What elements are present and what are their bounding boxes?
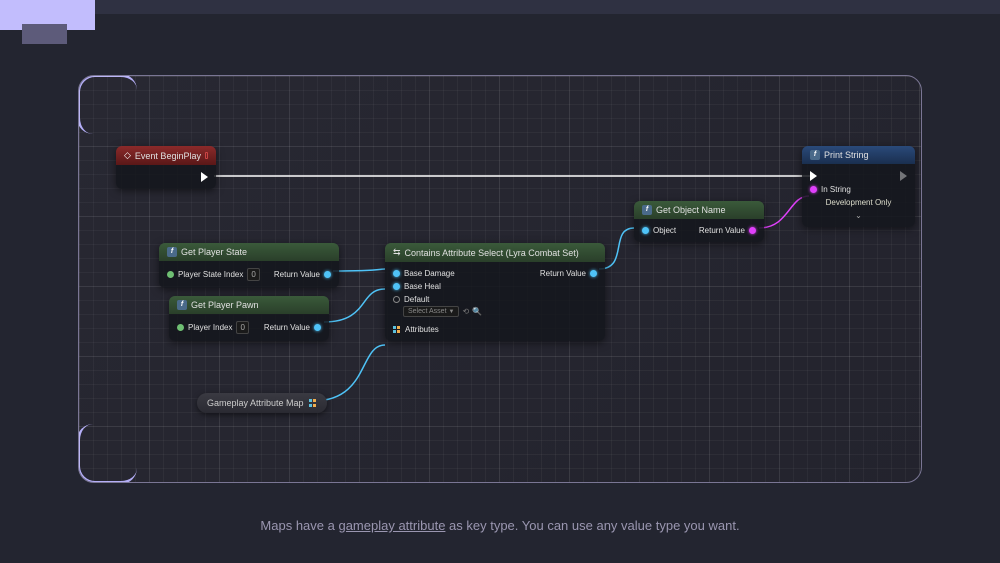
node-body: Player Index 0 Return Value	[169, 314, 329, 341]
node-header: f Get Object Name	[634, 201, 764, 219]
return-label: Return Value	[274, 270, 320, 279]
pin-label: Base Damage	[404, 269, 455, 278]
caption-link[interactable]: gameplay attribute	[338, 518, 445, 533]
node-header: ⇆ Contains Attribute Select (Lyra Combat…	[385, 243, 605, 262]
input-pin-in-string[interactable]	[810, 186, 817, 193]
node-get-player-pawn[interactable]: f Get Player Pawn Player Index 0 Return …	[169, 296, 329, 341]
output-pin[interactable]	[324, 271, 331, 278]
function-icon: f	[167, 247, 177, 257]
exec-out-pin[interactable]	[900, 171, 907, 181]
stop-icon	[205, 152, 208, 159]
output-pin[interactable]	[749, 227, 756, 234]
node-header: f Get Player Pawn	[169, 296, 329, 314]
node-header: f Print String	[802, 146, 915, 164]
map-pin-icon[interactable]	[393, 326, 401, 334]
node-title: Get Object Name	[656, 205, 726, 215]
asset-select[interactable]: Select Asset ▼	[403, 306, 459, 317]
node-title: Event BeginPlay	[135, 151, 201, 161]
top-bar	[0, 0, 1000, 14]
map-pin-icon[interactable]	[309, 399, 317, 407]
node-get-object-name[interactable]: f Get Object Name Object Return Value	[634, 201, 764, 242]
event-icon: ◇	[124, 150, 131, 161]
input-pin-base-damage[interactable]	[393, 270, 400, 277]
chevron-down-icon: ▼	[449, 309, 455, 315]
pin-label: Player Index	[188, 323, 232, 332]
node-title: Print String	[824, 150, 869, 160]
pin-label: Default	[404, 295, 429, 304]
expand-chevron-icon[interactable]: ⌄	[855, 211, 862, 220]
node-header: f Get Player State	[159, 243, 339, 261]
accent-block-dark	[22, 24, 67, 44]
node-print-string[interactable]: f Print String In String Development Onl…	[802, 146, 915, 227]
pin-label: Base Heal	[404, 282, 441, 291]
blueprint-canvas[interactable]: ◇ Event BeginPlay f Get Player State Pla…	[78, 75, 922, 483]
node-gameplay-attribute-map[interactable]: Gameplay Attribute Map	[197, 393, 327, 413]
node-title: Get Player Pawn	[191, 300, 259, 310]
function-icon: f	[810, 150, 820, 160]
pin-label: Attributes	[405, 325, 439, 334]
node-body: Player State Index 0 Return Value	[159, 261, 339, 288]
output-pin[interactable]	[590, 270, 597, 277]
node-body: In String Development Only ⌄	[802, 164, 915, 227]
input-pin-base-heal[interactable]	[393, 283, 400, 290]
input-pin-default[interactable]	[393, 296, 400, 303]
input-pin[interactable]	[167, 271, 174, 278]
node-get-player-state[interactable]: f Get Player State Player State Index 0 …	[159, 243, 339, 288]
browse-icon[interactable]: 🔍	[472, 307, 482, 316]
pin-label: Player State Index	[178, 270, 243, 279]
return-label: Return Value	[540, 269, 586, 278]
index-input[interactable]: 0	[247, 268, 259, 281]
node-title: Get Player State	[181, 247, 247, 257]
node-title: Contains Attribute Select (Lyra Combat S…	[405, 248, 579, 258]
dev-only-label: Development Only	[826, 198, 892, 207]
node-body	[116, 165, 216, 189]
output-pin[interactable]	[314, 324, 321, 331]
node-body: Base Damage Return Value Base Heal Defau…	[385, 262, 605, 341]
variable-label: Gameplay Attribute Map	[207, 398, 304, 408]
node-header: ◇ Event BeginPlay	[116, 146, 216, 165]
node-event-beginplay[interactable]: ◇ Event BeginPlay	[116, 146, 216, 189]
function-icon: f	[177, 300, 187, 310]
reset-icon[interactable]: ⟲	[462, 307, 469, 316]
index-input[interactable]: 0	[236, 321, 248, 334]
input-pin-object[interactable]	[642, 227, 649, 234]
exec-in-pin[interactable]	[810, 171, 817, 181]
caption-text: Maps have a gameplay attribute as key ty…	[0, 518, 1000, 533]
node-contains-attribute-select[interactable]: ⇆ Contains Attribute Select (Lyra Combat…	[385, 243, 605, 341]
exec-out-pin[interactable]	[201, 172, 208, 182]
node-body: Object Return Value	[634, 219, 764, 242]
switch-icon: ⇆	[393, 247, 401, 258]
return-label: Return Value	[699, 226, 745, 235]
function-icon: f	[642, 205, 652, 215]
input-pin[interactable]	[177, 324, 184, 331]
pin-label: Object	[653, 226, 676, 235]
pin-label: In String	[821, 185, 851, 194]
return-label: Return Value	[264, 323, 310, 332]
